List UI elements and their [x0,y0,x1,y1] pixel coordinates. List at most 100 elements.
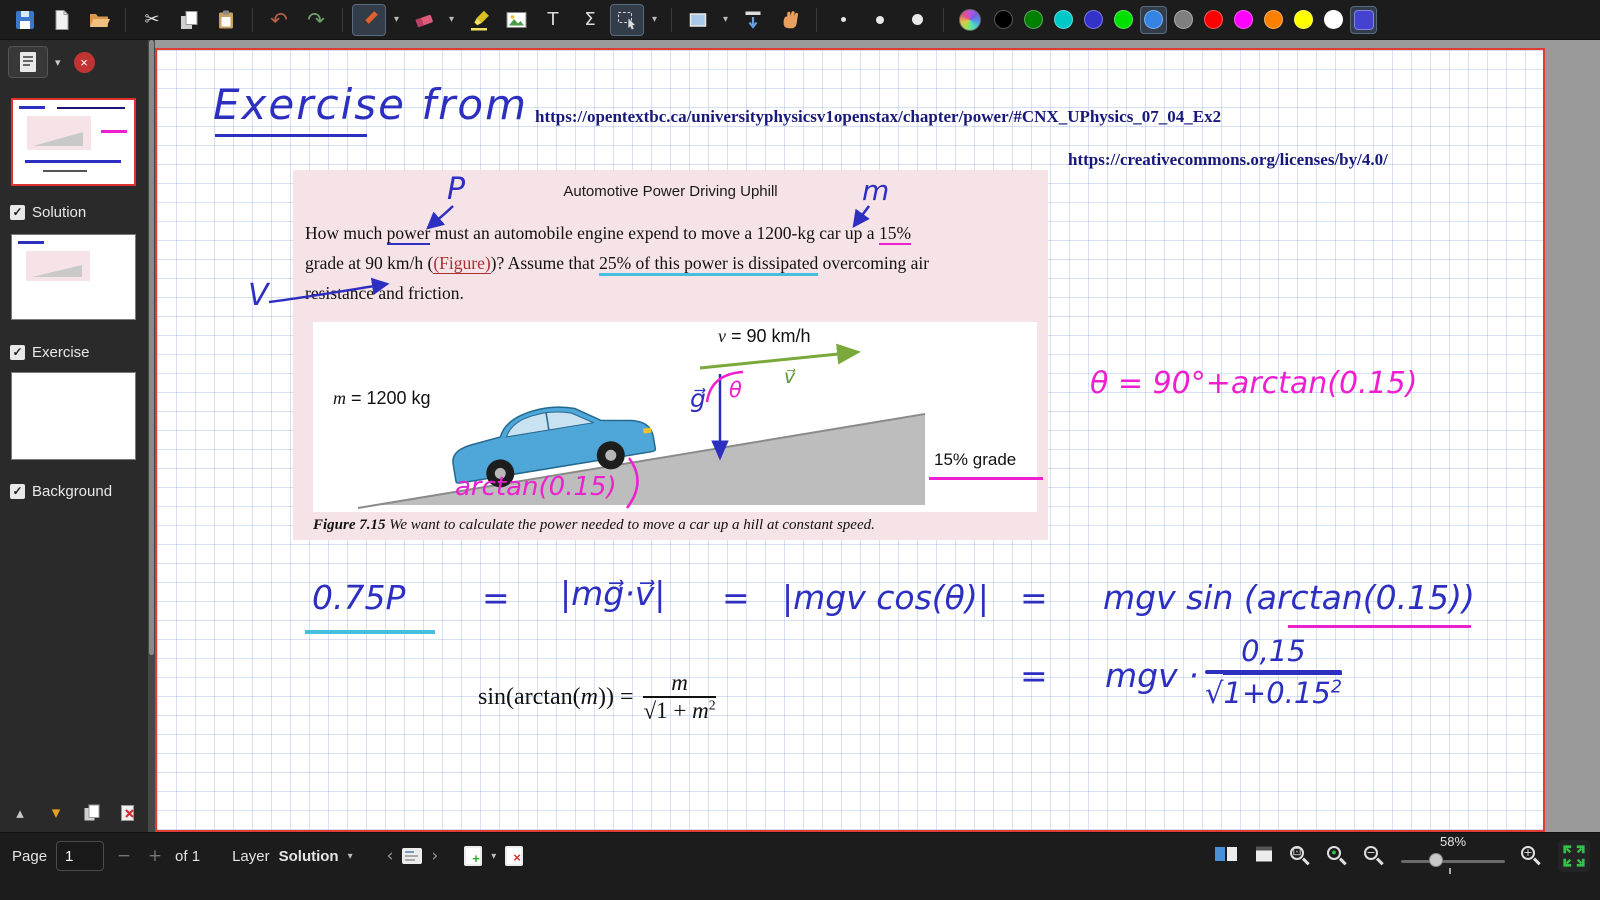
fullscreen-button[interactable] [1558,840,1590,872]
select-options-dropdown[interactable]: ▾ [647,4,662,36]
new-document-button[interactable] [45,4,79,36]
exercise-text-line2: grade at 90 km/h ((Figure))? Assume that… [305,248,929,278]
handwritten-title: Exercise from [213,80,528,129]
color-swatch-yellow[interactable] [1290,6,1317,34]
zoom-slider-thumb[interactable] [1429,853,1443,867]
eraser-tool-button[interactable] [407,4,441,36]
previous-annotation-button[interactable]: ‹ [387,846,394,866]
page-thumbnail[interactable] [11,98,136,186]
vertical-space-tool-button[interactable] [736,4,770,36]
layer-thumbnail-solution[interactable] [11,234,136,320]
canvas-scrollbar[interactable] [148,40,155,832]
color-swatch-gray[interactable] [1170,6,1197,34]
equals-ink: = [1020,578,1048,617]
select-tool-button[interactable] [610,4,644,36]
page-decrement-button[interactable]: − [113,846,135,866]
chevron-down-icon: ▾ [394,14,399,25]
color-swatch-green[interactable] [1020,6,1047,34]
layer-background-checkbox[interactable]: ✓ [10,484,25,499]
zoom-original-button[interactable]: ● [1327,846,1348,867]
color-swatch-magenta[interactable] [1230,6,1257,34]
undo-button[interactable]: ↶ [262,4,296,36]
layer-thumbnail-exercise[interactable] [11,372,136,460]
open-folder-icon [88,9,111,31]
highlighter-tool-button[interactable] [462,4,496,36]
eq2-denominator-ink: √1+0.152 [1205,676,1342,710]
typeset-identity: sin(arctan(m)) = m √1 + m2 [478,670,716,724]
layer-dropdown-icon[interactable]: ▾ [348,851,353,862]
check-icon: ✓ [12,205,22,219]
presentation-mode-button[interactable] [1254,844,1274,869]
stroke-width-thick-button[interactable] [900,4,934,36]
eraser-icon [413,9,435,31]
open-button[interactable] [82,4,116,36]
hand-icon [779,9,801,31]
text-tool-button[interactable]: T [536,4,570,36]
scrollbar-thumb[interactable] [149,40,154,655]
layer-solution-checkbox[interactable]: ✓ [10,205,25,220]
dual-page-view-button[interactable] [1214,844,1238,869]
color-swatch-cyan[interactable] [1050,6,1077,34]
power-annotation-ink: P [447,172,465,207]
velocity-annotation-ink: V [248,278,269,313]
copy-button[interactable] [172,4,206,36]
hand-tool-button[interactable] [773,4,807,36]
color-swatch-white[interactable] [1320,6,1347,34]
pen-tool-button[interactable] [352,4,386,36]
zoom-fit-button[interactable]: ⊡ [1290,846,1311,867]
cut-button[interactable]: ✂ [135,4,169,36]
math-tex-button[interactable]: Σ [573,4,607,36]
next-page-button[interactable]: ▾ [42,800,70,826]
color-swatch-black[interactable] [990,6,1017,34]
layer-exercise-checkbox[interactable]: ✓ [10,345,25,360]
page-template-icon[interactable] [402,848,422,864]
delete-layer-button[interactable]: × [505,846,523,866]
toolbar-separator [816,8,817,32]
delete-page-button[interactable] [114,800,142,826]
swatch-icon [1204,10,1223,29]
equals-ink: = [1020,656,1048,695]
save-icon [14,9,36,31]
next-annotation-button[interactable]: › [431,846,438,866]
zoom-slider-track[interactable] [1401,860,1505,863]
color-swatch-lime[interactable] [1110,6,1137,34]
color-swatch-blue[interactable] [1080,6,1107,34]
color-swatch-custom[interactable] [1350,6,1377,34]
color-picker-button[interactable] [953,4,987,36]
paste-button[interactable] [209,4,243,36]
add-layer-dropdown-icon[interactable]: ▾ [491,851,496,862]
license-link[interactable]: https://creativecommons.org/licenses/by/… [1068,150,1388,170]
shape-options-dropdown[interactable]: ▾ [718,4,733,36]
insert-image-button[interactable] [499,4,533,36]
eraser-options-dropdown[interactable]: ▾ [444,4,459,36]
shape-tool-button[interactable] [681,4,715,36]
zoom-out-button[interactable]: − [1364,846,1385,867]
previous-page-button[interactable]: ▴ [6,800,34,826]
layer-select[interactable]: Solution [279,848,339,865]
page-increment-button[interactable]: + [144,846,166,866]
figure-link[interactable]: (Figure) [433,253,490,274]
stroke-width-medium-button[interactable] [863,4,897,36]
pen-options-dropdown[interactable]: ▾ [389,4,404,36]
page-number-input[interactable] [56,841,104,871]
delete-page-icon [118,803,138,823]
zoom-in-button[interactable]: + [1521,846,1542,867]
save-button[interactable] [8,4,42,36]
stroke-width-fine-button[interactable] [826,4,860,36]
v-vector-ink: v⃗ [784,366,795,388]
close-sidebar-button[interactable]: × [74,52,95,73]
redo-button[interactable]: ↷ [299,4,333,36]
add-layer-button[interactable]: + [464,846,482,866]
page-canvas[interactable]: Exercise from https://opentextbc.ca/univ… [155,48,1545,832]
exercise-source-link[interactable]: https://opentextbc.ca/universityphysicsv… [535,107,1221,127]
preview-mode-dropdown[interactable]: ▾ [55,56,61,69]
color-swatch-red[interactable] [1200,6,1227,34]
toolbar-separator [342,8,343,32]
preview-mode-button[interactable] [8,46,48,78]
document-canvas: Exercise from https://opentextbc.ca/univ… [148,40,1600,832]
color-swatch-orange[interactable] [1260,6,1287,34]
exercise-text: How much power must an automobile engine… [305,218,929,308]
duplicate-page-button[interactable] [78,800,106,826]
theta-ink: θ [729,378,742,402]
color-swatch-royal-blue[interactable] [1140,6,1167,34]
